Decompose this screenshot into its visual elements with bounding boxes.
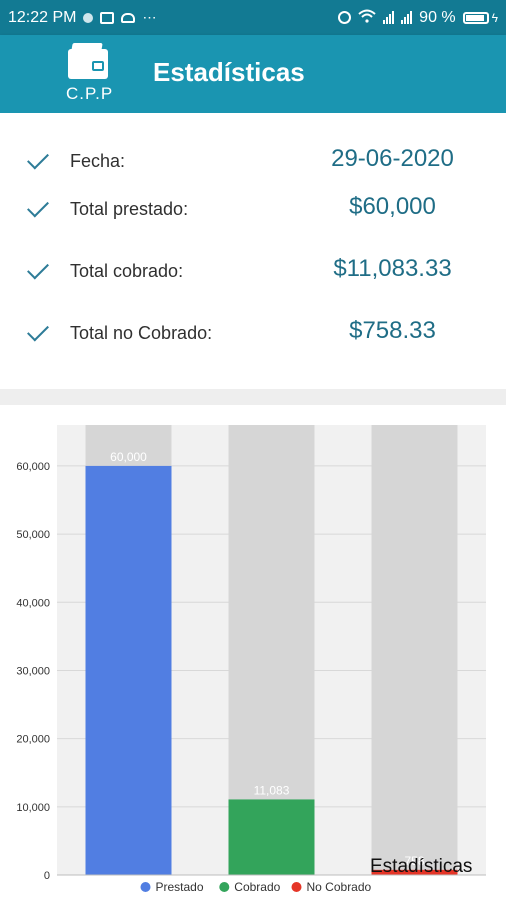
page-title: Estadísticas: [153, 57, 305, 87]
legend-swatch: [291, 882, 302, 892]
alarm-icon: [338, 11, 352, 24]
wallet-icon: [68, 49, 108, 79]
notification-dot-icon: [83, 12, 94, 23]
bar-prestado: [85, 465, 172, 875]
summary-label: Fecha:: [70, 151, 126, 171]
check-icon: [27, 319, 49, 342]
more-icon: ⋯: [142, 9, 158, 25]
app-logo: C.P.P: [66, 41, 112, 105]
y-tick-label: 20,000: [16, 734, 50, 746]
bar-data-label: 11,083: [254, 783, 290, 797]
summary-label: Total prestado:: [70, 199, 189, 219]
summary-row-total-prestado: Total prestado: $60,000: [0, 191, 506, 231]
bar-cobrado: [228, 799, 315, 875]
legend-label: Prestado: [156, 880, 204, 894]
bar-data-label: 60,000: [110, 450, 147, 464]
summary-row-total-cobrado: Total cobrado: $11,083.33: [0, 253, 506, 293]
check-icon: [27, 147, 49, 170]
bar-background: [371, 425, 458, 875]
signal-icon: [401, 11, 413, 24]
y-tick-label: 30,000: [16, 665, 50, 677]
image-icon: [100, 11, 115, 24]
y-tick-label: 60,000: [16, 461, 50, 473]
legend-swatch: [219, 882, 230, 892]
summary-value: $60,000: [349, 193, 436, 220]
y-tick-label: 40,000: [16, 597, 50, 609]
legend-label: No Cobrado: [307, 880, 372, 894]
android-icon: [121, 12, 136, 23]
summary-value: $758.33: [349, 317, 436, 344]
app-bar: C.P.P Estadísticas: [0, 35, 506, 113]
check-icon: [27, 257, 49, 280]
legend-label: Cobrado: [234, 880, 280, 894]
charging-icon: ϟ: [491, 10, 498, 25]
section-divider: [0, 389, 506, 405]
check-icon: [27, 195, 49, 218]
status-bar: 12:22 PM ⋯ 90 % ϟ: [0, 0, 506, 35]
summary-value: 29-06-2020: [331, 145, 454, 172]
summary-row-fecha: Fecha: 29-06-2020: [0, 143, 506, 183]
y-tick-label: 50,000: [16, 529, 50, 541]
y-tick-label: 0: [44, 870, 50, 882]
status-bar-left: 12:22 PM ⋯: [8, 9, 157, 27]
summary-row-total-no-cobrado: Total no Cobrado: $758.33: [0, 315, 506, 355]
bar-chart: 0 10,000 20,000 30,000 40,000 50,000 60,000 60,…: [16, 425, 486, 894]
summary-label: Total cobrado:: [70, 261, 184, 281]
status-bar-right: 90 % ϟ: [338, 9, 498, 27]
status-time: 12:22 PM: [8, 8, 77, 26]
summary-label: Total no Cobrado:: [70, 323, 213, 343]
summary-section: Fecha: 29-06-2020 Total prestado: $60,00…: [0, 113, 506, 389]
chart-overlay-text: Estadísticas: [370, 856, 473, 877]
chart-container: 0 10,000 20,000 30,000 40,000 50,000 60,000 60,…: [0, 405, 506, 900]
wifi-icon: [358, 9, 376, 26]
summary-value: $11,083.33: [333, 255, 452, 282]
battery-percent: 90 %: [419, 8, 456, 26]
logo-text: C.P.P: [66, 84, 114, 103]
battery-icon: [462, 11, 489, 24]
signal-icon: [383, 11, 395, 24]
y-tick-label: 10,000: [16, 802, 50, 814]
legend-swatch: [140, 882, 151, 892]
